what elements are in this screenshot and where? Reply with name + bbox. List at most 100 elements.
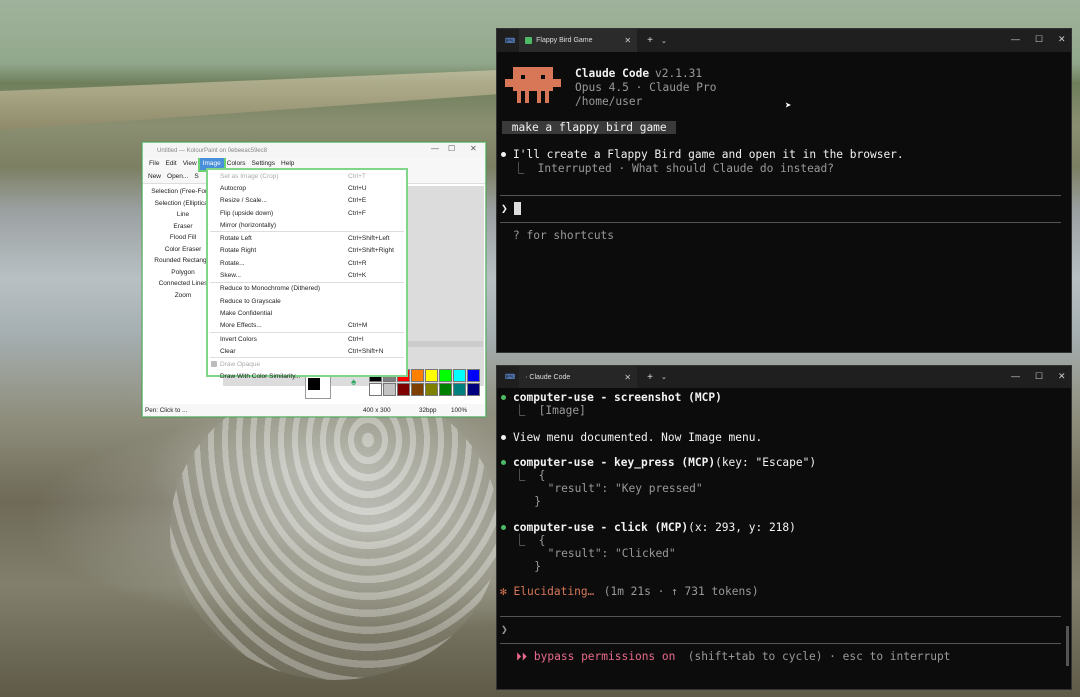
menu-file[interactable]: File (146, 158, 162, 170)
text-cursor[interactable] (514, 202, 521, 215)
bullet-icon (501, 395, 506, 400)
menu-item-label: Flip (upside down) (220, 209, 274, 217)
app-icon (525, 37, 533, 44)
terminal-icon: ⌨ (505, 37, 516, 45)
image-menu-item[interactable]: Rotate Left Ctrl+Shift+Left (208, 232, 406, 244)
assistant-reply: I'll create a Flappy Bird game and open … (513, 148, 904, 161)
minimize-icon[interactable]: — (1011, 34, 1020, 44)
image-menu-dropdown: Set as Image (Crop) Ctrl+T Autocrop Ctrl+U R… (206, 168, 408, 380)
image-menu-item[interactable]: Make Confidential (208, 307, 406, 319)
bullet-icon (501, 525, 506, 530)
scrollbar[interactable] (1066, 626, 1069, 666)
transcript-line: } (514, 560, 541, 573)
palette-color[interactable] (453, 369, 466, 382)
line-args: (x: 293, y: 218) (688, 521, 796, 534)
menu-item-label: Reduce to Grayscale (220, 297, 281, 305)
menu-item-label: Make Confidential (220, 309, 273, 317)
palette-color[interactable] (467, 369, 480, 382)
menu-item-label: Rotate Right (220, 247, 257, 255)
maximize-icon[interactable]: ☐ (448, 144, 455, 153)
terminal-titlebar: ⌨ · Claude Code ✕ + ⌄ — ☐ ✕ (497, 366, 1071, 388)
line-text: computer-use - screenshot (MCP) (513, 391, 722, 404)
palette-color[interactable] (411, 383, 424, 396)
tab-flappy-bird[interactable]: Flappy Bird Game ✕ (519, 29, 638, 52)
palette-color[interactable] (411, 369, 424, 382)
close-icon[interactable]: ✕ (1058, 371, 1066, 382)
menu-item-label: Resize / Scale... (220, 197, 267, 205)
kp-titlebar: Untitled — KolourPaint on 0ebeeac59ec8 —… (143, 143, 485, 158)
close-icon[interactable]: ✕ (470, 144, 477, 153)
kp-scrollbar[interactable] (405, 341, 483, 347)
app-name: Claude Code (575, 67, 650, 80)
terminal-titlebar: ⌨ Flappy Bird Game ✕ + ⌄ — ☐ ✕ (497, 29, 1071, 52)
minimize-icon[interactable]: — (1011, 371, 1020, 381)
palette-color[interactable] (453, 383, 466, 396)
image-menu-item[interactable]: Rotate Right Ctrl+Shift+Right (208, 245, 406, 257)
image-menu-item[interactable]: Reduce to Grayscale (208, 295, 406, 307)
image-menu-item[interactable]: Invert Colors Ctrl+I (208, 333, 406, 345)
divider (500, 643, 1061, 644)
maximize-icon[interactable]: ☐ (1035, 34, 1043, 45)
image-menu-item[interactable]: Clear Ctrl+Shift+N (208, 345, 406, 357)
claude-mascot-icon (505, 67, 561, 103)
image-menu-item[interactable]: Autocrop Ctrl+U (208, 182, 406, 194)
menu-edit[interactable]: Edit (162, 158, 179, 170)
palette-color[interactable] (425, 369, 438, 382)
image-menu-item[interactable]: Skew... Ctrl+K (208, 269, 406, 281)
transcript-line: ⎿ { (514, 469, 545, 482)
line-text: } (514, 495, 541, 508)
kp-title: Untitled — KolourPaint on 0ebeeac59ec8 (157, 147, 268, 154)
palette-color[interactable] (439, 383, 452, 396)
line-text: ⎿ [Image] (514, 404, 586, 417)
close-icon[interactable]: ✕ (1058, 34, 1066, 45)
image-menu-item[interactable]: Rotate... Ctrl+R (208, 257, 406, 269)
menu-item-label: Rotate Left (220, 235, 252, 243)
transcript-line: "result": "Key pressed" (514, 482, 703, 495)
image-menu-item[interactable]: Resize / Scale... Ctrl+E (208, 195, 406, 207)
transcript-line: "result": "Clicked" (514, 547, 676, 560)
menu-item-label: More Effects... (220, 322, 262, 330)
menu-item-label: Draw Opaque (220, 361, 261, 369)
menu-item-shortcut: Ctrl+K (348, 272, 367, 280)
image-menu-item[interactable]: Reduce to Monochrome (Dithered) (208, 283, 406, 295)
toolbar-button[interactable]: New (148, 173, 161, 180)
shortcuts-hint: ? for shortcuts (513, 229, 615, 242)
line-text: ⎿ { (514, 469, 546, 482)
kp-status-zoom: 100% (451, 406, 468, 414)
palette-color[interactable] (439, 369, 452, 382)
bypass-mode: ⏵⏵ bypass permissions on (516, 650, 676, 663)
palette-color[interactable] (467, 383, 480, 396)
divider (500, 195, 1061, 196)
menu-item-label: Draw With Color Similarity... (220, 373, 301, 381)
menu-item-shortcut: Ctrl+Shift+N (348, 347, 384, 355)
kp-status-depth: 32bpp (419, 406, 437, 414)
new-tab-icon[interactable]: + (647, 372, 653, 383)
menu-view[interactable]: View (180, 158, 200, 170)
palette-color[interactable] (369, 383, 382, 396)
status-meta: (1m 21s · ↑ 731 tokens) (597, 585, 759, 598)
menu-item-shortcut: Ctrl+U (348, 184, 367, 192)
terminal-icon: ⌨ (505, 374, 516, 381)
new-tab-icon[interactable]: + (647, 35, 653, 46)
mouse-pointer-icon: ➤ (785, 99, 792, 112)
palette-color[interactable] (383, 383, 396, 396)
prompt-caret: ❯ (501, 202, 508, 215)
tab-claude-code[interactable]: · Claude Code ✕ (519, 366, 638, 388)
close-tab-icon[interactable]: ✕ (624, 36, 631, 45)
image-menu-item[interactable]: Draw With Color Similarity... (208, 371, 406, 383)
palette-color[interactable] (397, 383, 410, 396)
image-menu-item[interactable]: Mirror (horizontally) (208, 219, 406, 231)
close-tab-icon[interactable]: ✕ (624, 373, 631, 382)
maximize-icon[interactable]: ☐ (1035, 371, 1043, 382)
chevron-down-icon[interactable]: ⌄ (661, 373, 667, 381)
toolbar-button[interactable]: Open... (167, 173, 188, 180)
kp-status-size: 400 x 300 (363, 406, 391, 414)
image-menu-item[interactable]: More Effects... Ctrl+M (208, 320, 406, 332)
line-text: computer-use - key_press (MCP) (513, 456, 716, 469)
toolbar-button[interactable]: S (194, 173, 198, 180)
model-info: Opus 4.5 · Claude Pro (575, 81, 717, 94)
palette-color[interactable] (425, 383, 438, 396)
image-menu-item[interactable]: Flip (upside down) Ctrl+F (208, 207, 406, 219)
minimize-icon[interactable]: — (431, 144, 439, 153)
chevron-down-icon[interactable]: ⌄ (661, 37, 667, 45)
